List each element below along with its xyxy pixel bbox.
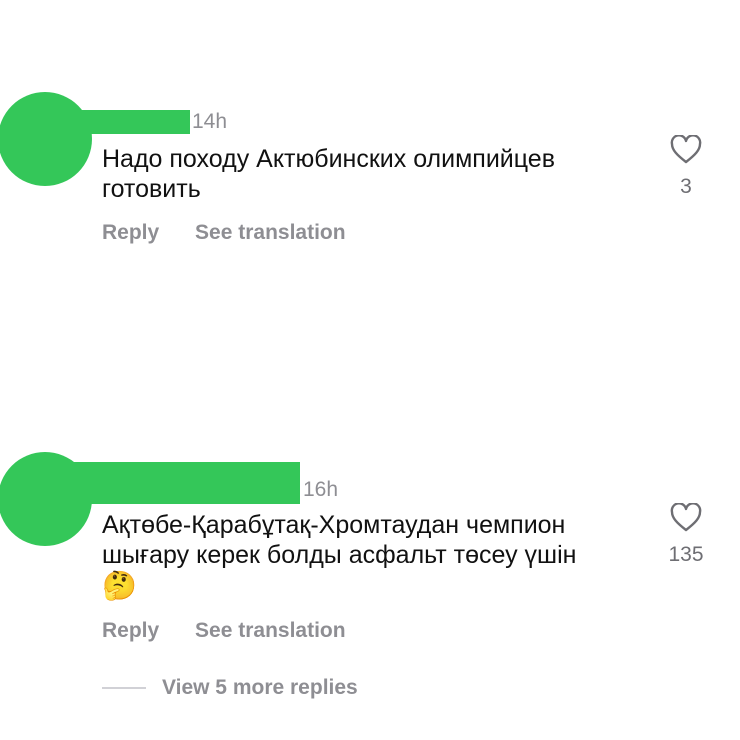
replies-divider-line <box>102 687 146 689</box>
heart-outline-icon[interactable] <box>670 503 702 533</box>
username-redacted[interactable] <box>60 462 300 504</box>
view-more-replies-button[interactable]: View 5 more replies <box>102 676 358 700</box>
username-redacted[interactable] <box>60 110 190 134</box>
see-translation-button[interactable]: See translation <box>195 619 346 643</box>
reply-button[interactable]: Reply <box>102 619 159 643</box>
view-more-replies-label: View 5 more replies <box>162 676 358 699</box>
like-area: 135 <box>656 503 716 567</box>
see-translation-button[interactable]: See translation <box>195 221 346 245</box>
avatar[interactable] <box>0 92 92 186</box>
comment-actions: Reply See translation <box>102 221 346 245</box>
thinking-face-emoji: 🤔 <box>102 570 137 601</box>
like-count: 135 <box>668 543 704 566</box>
comment-time: 14h <box>192 110 228 133</box>
like-count: 3 <box>680 175 692 198</box>
comment-text: Надо походу Актюбинских олимпийцев готов… <box>102 145 555 203</box>
comment-time: 16h <box>303 478 339 501</box>
heart-outline-icon[interactable] <box>670 135 702 165</box>
like-area: 3 <box>656 135 716 199</box>
comment-actions: Reply See translation <box>102 619 346 643</box>
comment-text: Ақтөбе-Қарабұтақ-Хромтаудан чемпион шыға… <box>102 511 577 569</box>
reply-button[interactable]: Reply <box>102 221 159 245</box>
